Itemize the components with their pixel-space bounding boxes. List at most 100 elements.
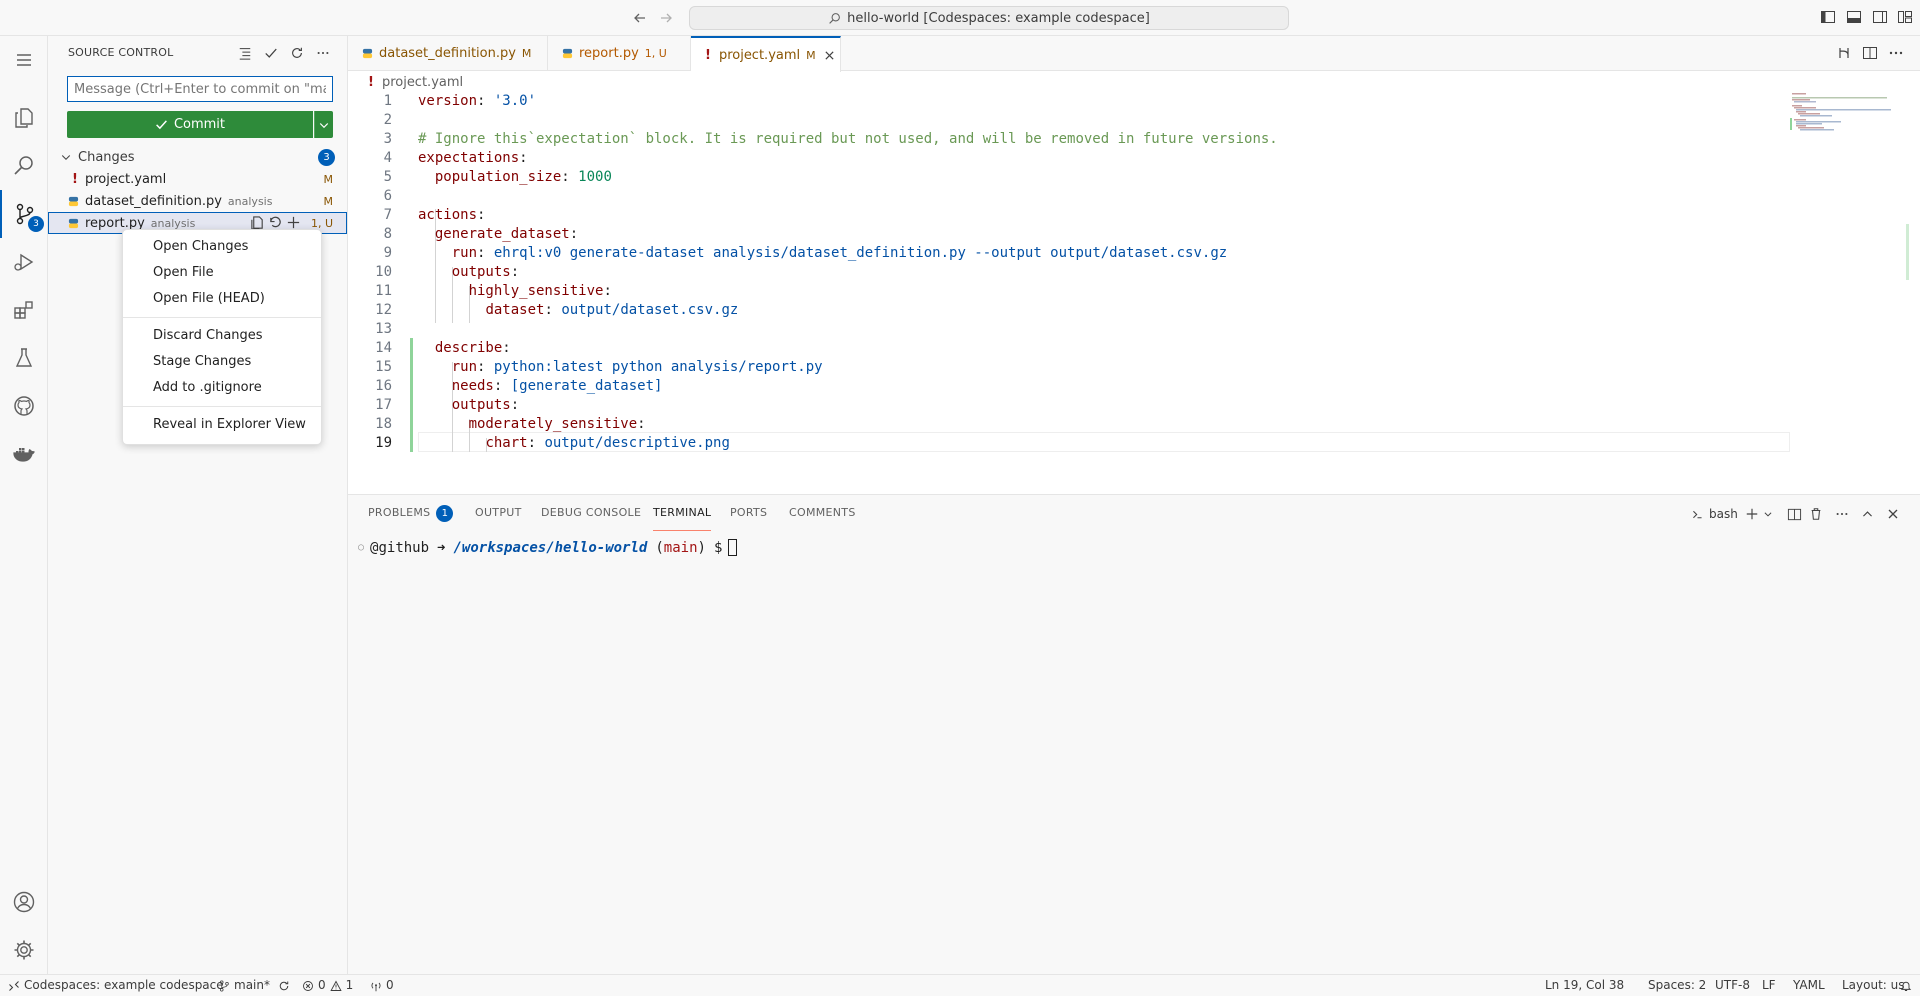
- trash-icon[interactable]: [1807, 505, 1825, 523]
- python-file-icon: [562, 48, 573, 59]
- keyboard-layout-indicator[interactable]: Layout: us: [1842, 975, 1905, 996]
- commit-check-icon[interactable]: [262, 44, 280, 62]
- terminal-shell-icon: [1693, 510, 1702, 518]
- run-debug-icon[interactable]: [0, 238, 48, 286]
- view-as-tree-icon[interactable]: [236, 44, 254, 62]
- chevron-down-icon[interactable]: [1759, 505, 1777, 523]
- panel-tab-debug-console[interactable]: DEBUG CONSOLE: [541, 495, 641, 531]
- code-line: actions:: [418, 207, 486, 223]
- customize-layout-icon[interactable]: [1897, 9, 1915, 27]
- menu-item-stage-changes[interactable]: Stage Changes: [123, 349, 321, 375]
- line-number: 16: [375, 378, 392, 394]
- changes-section-header[interactable]: Changes 3: [60, 146, 345, 168]
- testing-icon[interactable]: [0, 334, 48, 382]
- code-line: highly_sensitive:: [468, 283, 612, 299]
- minimap[interactable]: [1790, 92, 1900, 152]
- code-line: outputs:: [451, 397, 520, 413]
- toggle-secondary-sidebar-icon[interactable]: [1872, 9, 1890, 27]
- tab-label: dataset_definition.py: [379, 46, 516, 61]
- context-menu: Open Changes Open File Open File (HEAD) …: [122, 229, 322, 445]
- remote-indicator[interactable]: Codespaces: example codespace: [0, 975, 232, 996]
- docker-icon[interactable]: [0, 430, 48, 478]
- breadcrumb[interactable]: ! project.yaml: [368, 73, 463, 91]
- stage-changes-plus-icon[interactable]: [286, 215, 301, 230]
- terminal-branch-open: (: [655, 539, 664, 556]
- back-arrow-icon[interactable]: [630, 8, 650, 28]
- encoding-indicator[interactable]: UTF-8: [1715, 975, 1750, 996]
- line-number: 5: [383, 169, 392, 185]
- ports-indicator[interactable]: 0: [370, 975, 394, 996]
- more-actions-icon[interactable]: [314, 44, 332, 62]
- forward-arrow-icon[interactable]: [656, 8, 676, 28]
- terminal-shell-selector[interactable]: bash: [1691, 504, 1738, 524]
- accounts-icon[interactable]: [0, 878, 48, 926]
- breadcrumb-file: project.yaml: [381, 74, 464, 90]
- command-center[interactable]: hello-world [Codespaces: example codespa…: [689, 6, 1289, 30]
- menu-item-open-file-head[interactable]: Open File (HEAD): [123, 286, 321, 312]
- panel-tab-problems[interactable]: PROBLEMS 1: [368, 495, 454, 531]
- changed-file-row[interactable]: ! project.yaml M: [48, 168, 347, 190]
- toggle-panel-icon[interactable]: [1846, 9, 1864, 27]
- explorer-icon[interactable]: [0, 94, 48, 142]
- line-number: 13: [375, 321, 392, 337]
- refresh-icon[interactable]: [288, 44, 306, 62]
- cursor-position[interactable]: Ln 19, Col 38: [1545, 975, 1624, 996]
- open-file-icon[interactable]: [250, 215, 265, 230]
- language-mode-indicator[interactable]: YAML: [1793, 975, 1825, 996]
- manage-gear-icon[interactable]: [0, 926, 48, 974]
- close-panel-icon[interactable]: [1884, 505, 1902, 523]
- close-icon[interactable]: [824, 50, 835, 61]
- branch-indicator[interactable]: main*: [218, 975, 290, 996]
- menu-item-open-file[interactable]: Open File: [123, 260, 321, 286]
- eol-indicator[interactable]: LF: [1762, 975, 1776, 996]
- python-file-icon: [68, 218, 82, 229]
- code-line: generate_dataset:: [434, 226, 579, 242]
- line-number: 3: [383, 131, 392, 147]
- toggle-primary-sidebar-icon[interactable]: [1820, 9, 1838, 27]
- github-icon[interactable]: [0, 382, 48, 430]
- terminal-path: /workspaces/hello-world: [453, 539, 648, 556]
- menu-icon[interactable]: [0, 36, 48, 84]
- code-editor[interactable]: 1 version: '3.0' 2 3 # Ignore this`expecta…: [348, 92, 1790, 492]
- menu-item-reveal-in-explorer[interactable]: Reveal in Explorer View: [123, 412, 321, 438]
- menu-item-add-to-gitignore[interactable]: Add to .gitignore: [123, 375, 321, 401]
- tab-dataset-definition[interactable]: dataset_definition.py M: [348, 36, 548, 71]
- menu-separator: [123, 317, 321, 318]
- panel-tab-terminal[interactable]: TERMINAL: [653, 495, 712, 531]
- more-actions-icon[interactable]: [1833, 505, 1851, 523]
- menu-item-open-changes[interactable]: Open Changes: [123, 234, 321, 260]
- shell-name: bash: [1709, 507, 1738, 521]
- more-actions-icon[interactable]: [1888, 45, 1904, 61]
- extensions-icon[interactable]: [0, 286, 48, 334]
- discard-changes-icon[interactable]: [268, 215, 283, 230]
- commit-message-input[interactable]: [67, 76, 333, 102]
- tab-report[interactable]: report.py 1, U: [548, 36, 691, 71]
- line-number: 11: [375, 283, 392, 299]
- terminal-cursor: [728, 539, 738, 556]
- problems-indicator[interactable]: 0 1: [302, 975, 353, 996]
- tab-project-yaml[interactable]: ! project.yaml M: [691, 36, 841, 72]
- notifications-bell-icon[interactable]: [1900, 975, 1912, 996]
- tab-status: M: [806, 48, 816, 62]
- changed-file-row[interactable]: dataset_definition.py analysis M: [48, 190, 347, 212]
- commit-dropdown-button[interactable]: [314, 111, 333, 138]
- yaml-file-icon: !: [705, 47, 711, 63]
- file-status: 1, U: [310, 216, 333, 230]
- source-control-icon[interactable]: 3: [0, 190, 48, 238]
- yaml-file-icon: !: [368, 74, 374, 90]
- split-terminal-icon[interactable]: [1785, 505, 1803, 523]
- maximize-panel-icon[interactable]: [1858, 505, 1876, 523]
- panel-tab-ports[interactable]: PORTS: [730, 495, 767, 531]
- split-editor-icon[interactable]: [1862, 45, 1878, 61]
- commit-button[interactable]: Commit: [67, 111, 313, 138]
- panel-tab-output[interactable]: OUTPUT: [475, 495, 522, 531]
- panel-tab-comments[interactable]: COMMENTS: [789, 495, 856, 531]
- open-changes-icon[interactable]: [1836, 45, 1852, 61]
- ports-count: 0: [386, 978, 394, 992]
- terminal-output[interactable]: ○ @github ➜ /workspaces/hello-world (main) $: [358, 539, 738, 556]
- code-line: moderately_sensitive:: [468, 416, 646, 432]
- search-icon[interactable]: [0, 142, 48, 190]
- activity-bar: 3: [0, 36, 48, 974]
- menu-item-discard-changes[interactable]: Discard Changes: [123, 323, 321, 349]
- indentation-indicator[interactable]: Spaces: 2: [1648, 975, 1706, 996]
